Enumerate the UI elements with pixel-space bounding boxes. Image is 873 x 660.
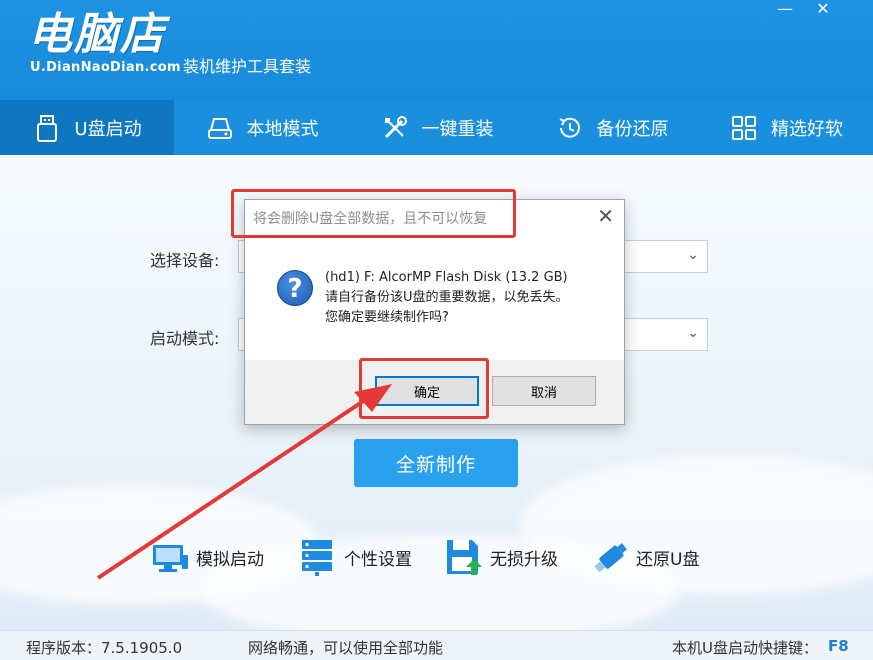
tool-restore-usb[interactable]: 还原U盘: [590, 537, 699, 577]
tool-label: 还原U盘: [636, 549, 700, 570]
dialog-message: (hd1) F: AlcorMP Flash Disk (13.2 GB) 请自…: [325, 268, 569, 328]
chevron-down-icon: ⌄: [687, 325, 699, 341]
main-nav: U盘启动 本地模式 一键重装 备份还原 精选好软: [0, 100, 873, 155]
hard-disk-icon: [207, 117, 232, 139]
hotkey-label: 本机U盘启动快捷键：: [672, 639, 818, 657]
disk-info: (hd1) F: AlcorMP Flash Disk (13.2 GB): [325, 270, 568, 285]
tool-label: 个性设置: [344, 549, 412, 570]
usb-drive-icon: [37, 114, 58, 142]
history-icon: [559, 117, 580, 138]
tool-label: 无损升级: [490, 549, 558, 570]
tool-lossless-upgrade[interactable]: 无损升级: [444, 537, 558, 577]
tab-label: U盘启动: [74, 118, 142, 140]
ok-highlight-box: [359, 358, 489, 419]
logo-url: U.DianNaoDian.com: [30, 60, 181, 75]
app-logo: 电脑店: [28, 9, 166, 60]
status-bar: 程序版本：7.5.1905.0 网络畅通，可以使用全部功能 本机U盘启动快捷键：…: [0, 630, 873, 660]
tools-icon: [384, 115, 407, 138]
tool-label: 模拟启动: [196, 549, 264, 570]
tab-backup-restore[interactable]: 备份还原: [524, 100, 699, 155]
new-make-button[interactable]: 全新制作: [354, 439, 518, 487]
grid-apps-icon: [732, 115, 756, 140]
tab-label: 本地模式: [246, 118, 319, 140]
server-settings-icon: [302, 540, 332, 576]
title-highlight-box: [231, 189, 516, 238]
hotkey-value: F8: [828, 637, 849, 655]
window-close-button[interactable]: ✕: [808, 0, 838, 22]
tab-usb-boot[interactable]: U盘启动: [0, 100, 174, 155]
tab-featured-software[interactable]: 精选好软: [699, 100, 873, 155]
tab-label: 备份还原: [596, 118, 669, 140]
monitor-icon: [153, 545, 188, 572]
backup-warning: 请自行备份该U盘的重要数据，以免丢失。: [325, 290, 569, 305]
usb-restore-icon: [594, 543, 628, 573]
confirm-question: 您确定要继续制作吗?: [325, 310, 449, 325]
device-label: 选择设备:: [150, 251, 220, 270]
cancel-button[interactable]: 取消: [492, 376, 596, 406]
tool-simulate-boot[interactable]: 模拟启动: [150, 537, 264, 577]
minimize-button[interactable]: —: [770, 0, 800, 22]
tab-label: 一键重装: [421, 118, 494, 140]
boot-mode-label: 启动模式:: [150, 329, 220, 348]
dialog-close-icon[interactable]: ✕: [597, 204, 614, 228]
tab-local-mode[interactable]: 本地模式: [174, 100, 349, 155]
question-icon: ?: [277, 270, 313, 306]
app-tagline: 装机维护工具套装: [183, 57, 312, 76]
chevron-down-icon: ⌄: [687, 247, 699, 263]
network-status: 网络畅通，可以使用全部功能: [248, 639, 444, 657]
version-text: 程序版本：7.5.1905.0: [26, 639, 183, 657]
tool-personal-settings[interactable]: 个性设置: [298, 537, 412, 577]
save-upgrade-icon: [447, 540, 482, 575]
tab-one-click-reinstall[interactable]: 一键重装: [349, 100, 524, 155]
app-header: 电脑店 U.DianNaoDian.com 装机维护工具套装 — ✕: [0, 0, 873, 100]
tab-label: 精选好软: [771, 118, 843, 140]
